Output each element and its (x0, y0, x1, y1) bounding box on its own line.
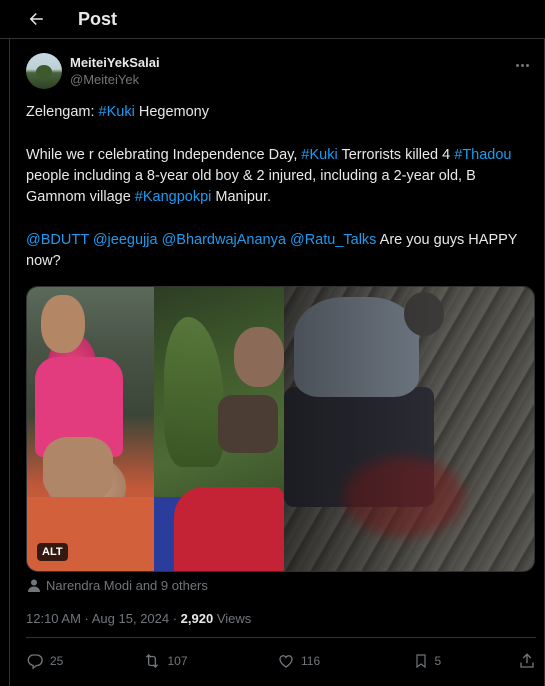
like-count: 116 (301, 654, 321, 668)
tagged-users-text[interactable]: Narendra Modi and 9 others (46, 578, 208, 593)
top-bar: Post (0, 0, 545, 38)
hashtag-link[interactable]: #Kuki (99, 104, 135, 120)
text-segment: Hegemony (134, 104, 209, 120)
mention-link[interactable]: @Ratu_Talks (290, 232, 376, 248)
tweet-line-1: Zelengam: #Kuki Hegemony (26, 102, 536, 123)
author-display-name[interactable]: MeiteiYekSalai (70, 54, 160, 71)
tweet-line-2: While we r celebrating Independence Day,… (26, 145, 536, 208)
text-segment: Zelengam: (26, 104, 99, 120)
hashtag-link[interactable]: #Kuki (301, 147, 337, 163)
back-arrow-icon[interactable] (26, 9, 46, 29)
heart-icon (279, 655, 293, 668)
reply-button[interactable]: 25 (26, 652, 96, 670)
alt-badge[interactable]: ALT (37, 543, 68, 561)
share-button[interactable] (518, 652, 536, 670)
text-segment: Terrorists killed 4 (337, 147, 455, 163)
repost-count: 107 (167, 654, 188, 668)
media-grid[interactable]: ALT (26, 286, 535, 572)
reply-count: 25 (50, 654, 64, 668)
text-segment: Manipur. (211, 189, 272, 205)
tweet-text: Zelengam: #Kuki Hegemony While we r cele… (26, 102, 536, 272)
person-icon (28, 579, 40, 592)
reply-icon (27, 654, 43, 670)
header-divider (0, 38, 545, 39)
repost-button[interactable]: 107 (142, 652, 232, 670)
repost-icon (145, 654, 158, 668)
mention-link[interactable]: @jeegujja (93, 232, 158, 248)
action-bar: 25 107 116 5 (26, 652, 536, 670)
like-button[interactable]: 116 (277, 652, 367, 670)
tweet-line-3: @BDUTT @jeegujja @BhardwajAnanya @Ratu_T… (26, 230, 536, 272)
views-label: Views (213, 611, 252, 626)
bookmark-button[interactable]: 5 (413, 652, 473, 670)
photo-3[interactable] (284, 287, 534, 571)
meta-divider (26, 637, 536, 638)
avatar[interactable] (26, 53, 62, 89)
column-left-border (9, 38, 10, 686)
views-count: 2,920 (180, 611, 214, 626)
mention-link[interactable]: @BDUTT (26, 232, 89, 248)
hashtag-link[interactable]: #Kangpokpi (135, 189, 212, 205)
more-options-icon[interactable] (511, 58, 533, 72)
photo-2[interactable] (154, 287, 284, 571)
bookmark-icon (415, 654, 426, 669)
photo-1[interactable]: ALT (27, 287, 154, 571)
tagged-users[interactable]: Narendra Modi and 9 others (28, 578, 208, 593)
bookmark-count: 5 (434, 654, 442, 668)
author-block[interactable]: MeiteiYekSalai @MeiteiYek (26, 53, 160, 89)
page-title: Post (78, 8, 118, 29)
text-segment: While we r celebrating Independence Day, (26, 147, 302, 163)
post-meta: 12:10 AM · Aug 15, 2024 · 2,920 Views (26, 611, 251, 626)
mention-link[interactable]: @BhardwajAnanya (162, 232, 286, 248)
post-timestamp[interactable]: 12:10 AM · Aug 15, 2024 · (26, 611, 181, 626)
author-handle[interactable]: @MeiteiYek (70, 71, 160, 88)
hashtag-link[interactable]: #Thadou (454, 147, 511, 163)
share-icon (520, 653, 534, 668)
